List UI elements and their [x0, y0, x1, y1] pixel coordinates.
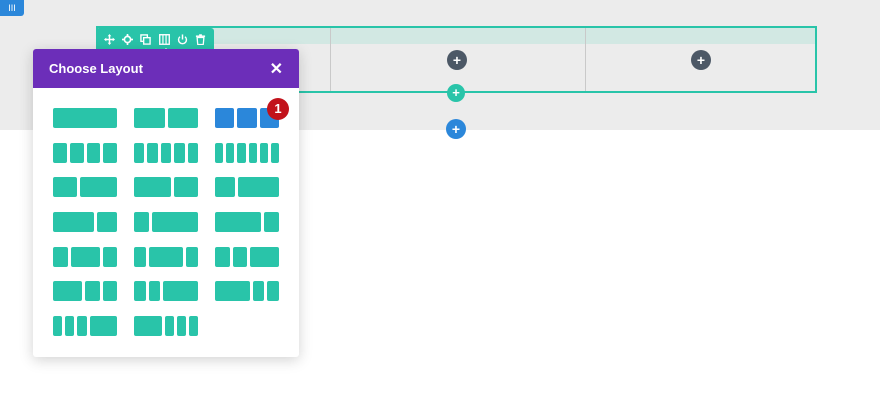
layout-column-block: [237, 108, 257, 128]
layout-column-block: [53, 316, 63, 336]
layout-column-block: [89, 316, 118, 336]
layout-column-block: [77, 316, 87, 336]
layout-option[interactable]: [215, 247, 279, 267]
layout-option[interactable]: [134, 108, 198, 128]
layout-column-block: [134, 143, 145, 163]
layout-column-block: [134, 281, 146, 301]
layout-option[interactable]: [53, 177, 117, 197]
add-module-button-column-3[interactable]: +: [691, 50, 711, 70]
layout-column-block: [232, 247, 247, 267]
layout-column-block: [188, 316, 199, 336]
layout-option[interactable]: [53, 316, 118, 336]
layout-column-block: [80, 177, 117, 197]
layout-column-block: [226, 143, 235, 163]
close-icon[interactable]: ✕: [270, 59, 283, 79]
layout-column-block: [263, 212, 279, 232]
layout-option[interactable]: [215, 281, 279, 301]
layout-option[interactable]: [53, 143, 117, 163]
layout-column-block: [152, 212, 198, 232]
layout-option[interactable]: [53, 212, 117, 232]
layout-column-block: [148, 247, 184, 267]
layout-column-block: [148, 281, 161, 301]
layout-column-block: [70, 247, 100, 267]
layout-option[interactable]: [53, 108, 117, 128]
layout-column-block: [187, 143, 199, 163]
layout-column-block: [147, 143, 158, 163]
layout-column-block: [134, 247, 146, 267]
column-divider: [330, 28, 331, 91]
layout-column-block: [215, 143, 224, 163]
layout-option[interactable]: [215, 143, 280, 163]
layout-option[interactable]: [134, 143, 199, 163]
layout-column-block: [215, 108, 235, 128]
layout-column-block: [53, 108, 117, 128]
layout-column-block: [96, 212, 117, 232]
layout-option[interactable]: [53, 247, 117, 267]
gear-icon[interactable]: [120, 32, 134, 46]
layout-option[interactable]: [215, 212, 279, 232]
power-icon[interactable]: [175, 32, 189, 46]
row-toolbar: [96, 28, 214, 50]
modal-header: Choose Layout ✕: [33, 49, 299, 88]
layout-column-block: [215, 212, 261, 232]
layout-column-block: [53, 143, 67, 163]
layout-column-block: [250, 247, 279, 267]
layout-option[interactable]: [215, 177, 279, 197]
layout-column-block: [252, 281, 265, 301]
layout-option[interactable]: [134, 316, 199, 336]
layout-option[interactable]: [134, 177, 198, 197]
choose-layout-modal: Choose Layout ✕ 1: [33, 49, 299, 357]
layout-column-block: [186, 247, 198, 267]
layout-column-block: [248, 143, 257, 163]
column-divider: [585, 28, 586, 91]
layout-column-block: [102, 247, 117, 267]
layout-column-block: [69, 143, 84, 163]
layout-column-block: [65, 316, 75, 336]
duplicate-icon[interactable]: [139, 32, 153, 46]
layout-column-block: [270, 143, 280, 163]
layout-column-block: [134, 212, 150, 232]
add-section-button[interactable]: +: [446, 119, 466, 139]
layout-column-block: [53, 281, 82, 301]
layout-column-block: [85, 281, 100, 301]
trash-icon[interactable]: [194, 32, 208, 46]
layout-column-block: [237, 143, 246, 163]
add-module-button-column-2[interactable]: +: [447, 50, 467, 70]
layout-column-block: [103, 143, 117, 163]
layout-column-block: [134, 316, 162, 336]
add-row-button[interactable]: +: [447, 84, 465, 102]
layout-column-block: [53, 212, 94, 232]
layout-option[interactable]: [53, 281, 117, 301]
layout-column-block: [163, 281, 198, 301]
layout-column-block: [53, 177, 78, 197]
layout-column-block: [102, 281, 117, 301]
layout-column-block: [259, 143, 268, 163]
layout-option[interactable]: [134, 212, 198, 232]
modal-title: Choose Layout: [49, 61, 143, 76]
layout-column-block: [267, 281, 279, 301]
layout-column-block: [86, 143, 101, 163]
move-icon[interactable]: [102, 32, 116, 46]
layout-column-block: [134, 177, 171, 197]
columns-icon[interactable]: [157, 32, 171, 46]
layout-column-block: [174, 143, 185, 163]
layout-column-block: [215, 247, 230, 267]
layout-column-block: [164, 316, 174, 336]
page-settings-tab[interactable]: III: [0, 0, 24, 16]
layout-column-block: [173, 177, 198, 197]
layout-column-block: [53, 247, 68, 267]
step-number-badge: 1: [267, 98, 289, 120]
layout-column-block: [134, 108, 165, 128]
layout-column-block: [176, 316, 186, 336]
layout-column-block: [238, 177, 279, 197]
layout-option[interactable]: [134, 247, 198, 267]
layout-column-block: [167, 108, 198, 128]
layout-option[interactable]: [134, 281, 198, 301]
layout-column-block: [215, 281, 250, 301]
layout-column-block: [160, 143, 172, 163]
layout-column-block: [215, 177, 236, 197]
